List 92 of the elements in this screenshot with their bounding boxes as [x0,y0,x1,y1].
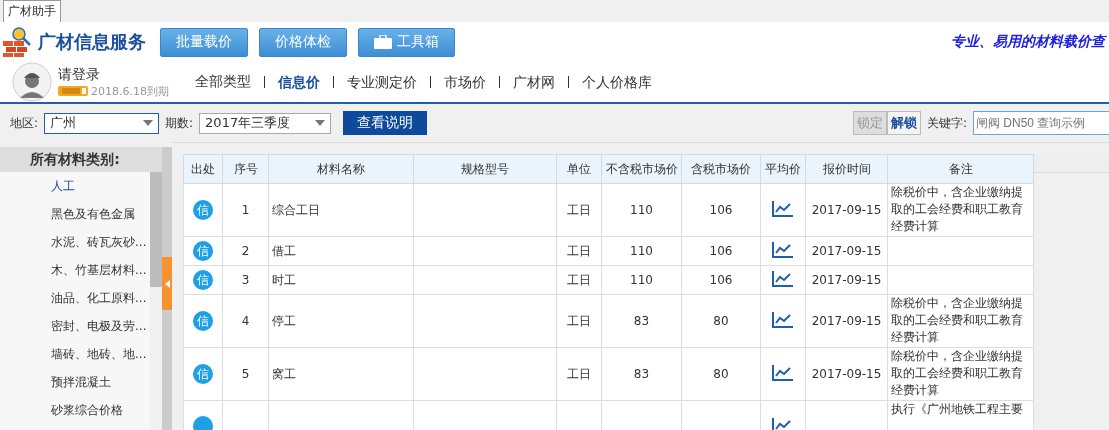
column-header[interactable]: 报价时间 [805,154,888,184]
column-header[interactable]: 含税市场价 [681,154,761,184]
table-cell: 4 [241,314,250,328]
info-price-badge: 信 [193,241,213,261]
table-cell: 工日 [567,202,591,217]
table-cell: 综合工日 [272,202,320,217]
table-cell: 83 [633,314,650,328]
nav-tab[interactable]: 信息价 [264,76,333,88]
keyword-label: 关键字: [926,114,967,132]
region-dropdown[interactable]: 广州 [44,112,160,134]
table-cell: 工日 [567,313,591,328]
column-header[interactable]: 单位 [556,154,602,184]
remark-text: 除税价中，含企业缴纳提取的工会经费和职工教育经费计算 [891,296,1023,344]
table-cell: 3 [241,273,250,287]
explain-button[interactable]: 查看说明 [343,111,428,135]
column-header[interactable]: 平均价 [760,154,806,184]
login-link[interactable]: 请登录 [58,65,182,84]
period-dropdown[interactable]: 2017年三季度 [199,112,332,134]
table-cell: 工日 [567,366,591,381]
table-cell: 工日 [567,272,591,287]
sidebar-title: 所有材料类别: [0,147,162,172]
category-item[interactable]: 油品、化工原料... [0,290,150,318]
nav-tab[interactable]: 广材网 [499,76,568,88]
category-item[interactable]: 密封、电极及劳... [0,318,150,346]
column-header[interactable]: 序号 [222,154,269,184]
remark-text: 除税价中，含企业缴纳提取的工会经费和职工教育经费计算 [891,349,1023,397]
table-cell: 106 [709,203,733,217]
dropdown-caret-icon [143,120,154,126]
column-header[interactable]: 不含税市场价 [601,154,682,184]
table-cell: 借工 [272,243,296,258]
expiry-date: 2018.6.18到期 [91,83,169,99]
info-price-badge: 信 [193,311,213,331]
table-cell: 2017-09-15 [811,367,882,381]
table-cell: 时工 [272,272,296,287]
table-cell: 5 [241,367,250,381]
table-cell: 106 [709,273,733,287]
left-triangle-icon [164,279,170,288]
remark-text: 除税价中，含企业缴纳提取的工会经费和职工教育经费计算 [891,185,1023,233]
table-cell: 2017-09-15 [811,314,882,328]
remark-text: 执行《广州地铁工程主要 [891,402,1023,416]
tagline: 专业、易用的材料载价查 [951,33,1105,51]
table-cell: 2 [241,244,250,258]
nav-tab[interactable]: 个人价格库 [568,76,665,88]
keyword-field[interactable]: 闸阀 DN50 查询示例 [973,111,1109,135]
table-cell: 停工 [272,313,296,328]
nav-tab[interactable]: 全部类型 [182,73,264,91]
period-label: 期数: [165,114,194,132]
lock-button[interactable]: 解锁 [886,111,921,135]
table-cell: 110 [630,203,653,217]
app-title: 广材信息服务 [38,30,146,54]
category-item[interactable]: 墙砖、地砖、地... [0,346,150,374]
column-header[interactable]: 出处 [183,154,223,184]
region-label: 地区: [10,114,39,132]
trend-chart-icon[interactable] [772,364,794,381]
trend-chart-icon[interactable] [772,311,794,328]
table-cell: 110 [630,244,653,258]
briefcase-icon [374,35,392,49]
nav-tab[interactable]: 专业测定价 [333,76,430,88]
table-cell: 106 [709,244,733,258]
category-item[interactable]: 砂浆综合价格 [0,402,150,430]
trend-chart-icon[interactable] [772,200,794,217]
table-cell: 2017-09-15 [811,273,882,287]
trend-chart-icon[interactable] [772,270,794,287]
table-cell: 83 [633,367,650,381]
table-cell: 80 [713,367,729,381]
membership-card-icon [58,86,88,96]
table-cell: 2017-09-15 [811,203,882,217]
table-cell: 工日 [567,243,591,258]
category-item[interactable]: 水泥、砖瓦灰砂... [0,234,150,262]
info-price-badge: 信 [193,200,213,220]
category-item[interactable]: 人工 [0,178,150,206]
info-price-badge [193,415,213,430]
category-item[interactable]: 黑色及有色金属 [0,206,150,234]
category-item[interactable]: 预拌混凝土 [0,374,150,402]
category-item[interactable]: 木、竹基层材料... [0,262,150,290]
column-header[interactable]: 规格型号 [413,154,557,184]
table-cell: 110 [630,273,653,287]
table-cell: 2017-09-15 [811,244,882,258]
column-header[interactable]: 材料名称 [268,154,414,184]
trend-chart-icon[interactable] [772,241,794,258]
dropdown-caret-icon [315,120,326,126]
bricks-logo-icon [2,27,32,57]
table-cell: 窝工 [272,366,296,381]
table-cell: 1 [241,203,250,217]
info-price-badge: 信 [193,270,213,290]
nav-tab[interactable]: 市场价 [430,76,499,88]
scrollbar-thumb[interactable] [150,172,162,287]
table-cell: 80 [713,314,729,328]
app-tab[interactable]: 广材助手 [3,0,61,22]
trend-chart-icon[interactable] [772,417,794,430]
column-header[interactable]: 备注 [887,154,1034,184]
info-price-badge: 信 [193,364,213,384]
